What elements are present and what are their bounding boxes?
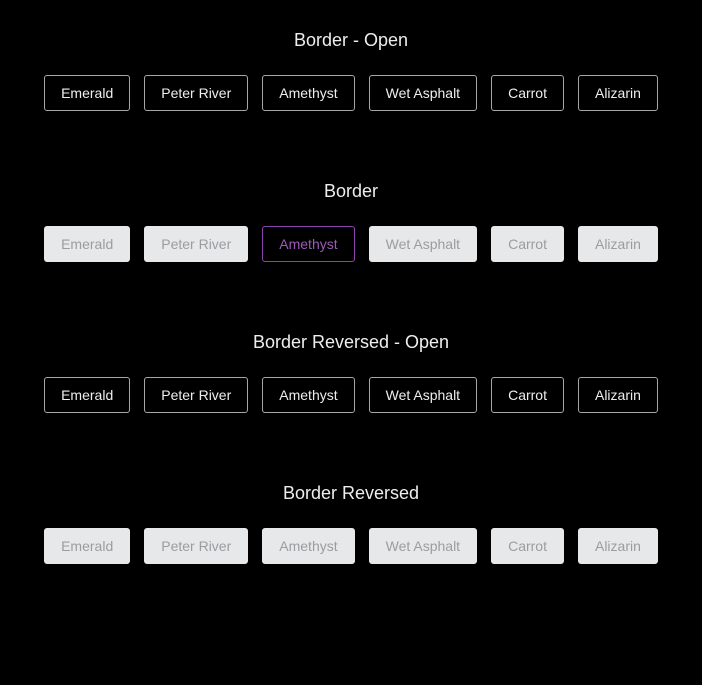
button-row: Emerald Peter River Amethyst Wet Asphalt… xyxy=(20,528,682,564)
emerald-button[interactable]: Emerald xyxy=(44,75,130,111)
alizarin-button[interactable]: Alizarin xyxy=(578,528,658,564)
alizarin-button[interactable]: Alizarin xyxy=(578,75,658,111)
section-border-reversed: Border Reversed Emerald Peter River Amet… xyxy=(20,483,682,564)
peter-river-button[interactable]: Peter River xyxy=(144,226,248,262)
amethyst-button[interactable]: Amethyst xyxy=(262,226,354,262)
wet-asphalt-button[interactable]: Wet Asphalt xyxy=(369,377,477,413)
section-border: Border Emerald Peter River Amethyst Wet … xyxy=(20,181,682,262)
carrot-button[interactable]: Carrot xyxy=(491,226,564,262)
peter-river-button[interactable]: Peter River xyxy=(144,75,248,111)
emerald-button[interactable]: Emerald xyxy=(44,528,130,564)
amethyst-button[interactable]: Amethyst xyxy=(262,528,354,564)
carrot-button[interactable]: Carrot xyxy=(491,75,564,111)
emerald-button[interactable]: Emerald xyxy=(44,377,130,413)
wet-asphalt-button[interactable]: Wet Asphalt xyxy=(369,75,477,111)
alizarin-button[interactable]: Alizarin xyxy=(578,226,658,262)
peter-river-button[interactable]: Peter River xyxy=(144,528,248,564)
carrot-button[interactable]: Carrot xyxy=(491,377,564,413)
section-border-reversed-open: Border Reversed - Open Emerald Peter Riv… xyxy=(20,332,682,413)
amethyst-button[interactable]: Amethyst xyxy=(262,75,354,111)
button-row: Emerald Peter River Amethyst Wet Asphalt… xyxy=(20,226,682,262)
alizarin-button[interactable]: Alizarin xyxy=(578,377,658,413)
section-title: Border xyxy=(20,181,682,202)
section-title: Border - Open xyxy=(20,30,682,51)
wet-asphalt-button[interactable]: Wet Asphalt xyxy=(369,528,477,564)
peter-river-button[interactable]: Peter River xyxy=(144,377,248,413)
button-row: Emerald Peter River Amethyst Wet Asphalt… xyxy=(20,75,682,111)
emerald-button[interactable]: Emerald xyxy=(44,226,130,262)
wet-asphalt-button[interactable]: Wet Asphalt xyxy=(369,226,477,262)
button-row: Emerald Peter River Amethyst Wet Asphalt… xyxy=(20,377,682,413)
amethyst-button[interactable]: Amethyst xyxy=(262,377,354,413)
section-border-open: Border - Open Emerald Peter River Amethy… xyxy=(20,30,682,111)
carrot-button[interactable]: Carrot xyxy=(491,528,564,564)
section-title: Border Reversed xyxy=(20,483,682,504)
section-title: Border Reversed - Open xyxy=(20,332,682,353)
